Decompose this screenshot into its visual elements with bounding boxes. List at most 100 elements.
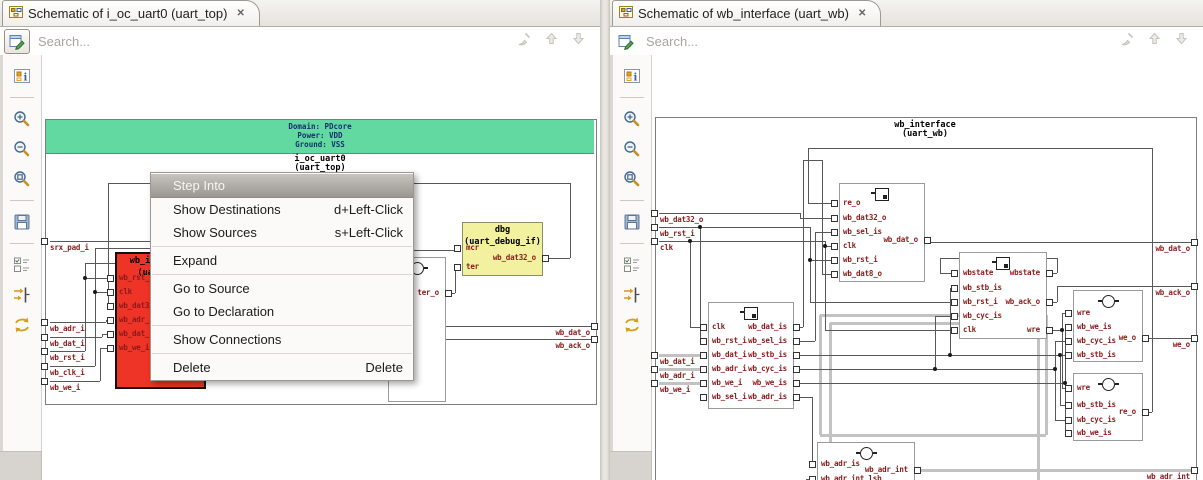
toolbar-separator <box>10 97 34 98</box>
tab-bar: Schematic of i_oc_uart0 (uart_top) ✕ <box>0 0 600 27</box>
save-button[interactable] <box>619 209 645 235</box>
schematic-editor-left: Schematic of i_oc_uart0 (uart_top) ✕ Dom… <box>0 0 600 480</box>
edit-select-button[interactable] <box>614 30 638 53</box>
wire <box>108 183 109 306</box>
edge-port-label: wb_adr_int <box>1146 472 1190 480</box>
wire <box>940 258 941 273</box>
filter-options-button[interactable] <box>619 252 645 278</box>
port-stub <box>107 317 114 324</box>
port-stub <box>809 461 816 468</box>
port-stub <box>831 271 838 278</box>
swap-refresh-button[interactable] <box>9 312 35 338</box>
menu-item-go-to-source[interactable]: Go to Source <box>151 277 413 300</box>
port-stub <box>951 299 958 306</box>
wire <box>50 351 85 352</box>
edge-port-stub <box>1191 335 1198 342</box>
edge-port-label: wb_we_i <box>50 383 81 392</box>
menu-item-show-destinations[interactable]: Show Destinations d+Left-Click <box>151 198 413 221</box>
port-stub <box>700 366 707 373</box>
port-stub <box>793 366 800 373</box>
edge-port-label: wb_ack_o <box>555 341 590 350</box>
port-stub <box>831 257 838 264</box>
clear-search-button[interactable] <box>1119 31 1135 52</box>
edge-port-label: wb_we_i <box>660 385 691 394</box>
wire <box>808 148 809 203</box>
tab-schematic-uart-top[interactable]: Schematic of i_oc_uart0 (uart_top) ✕ <box>2 0 260 26</box>
edge-port-label: wb_clk_i <box>50 368 85 377</box>
schematic-toolbar: i <box>610 55 652 452</box>
menu-item-delete[interactable]: Delete Delete <box>151 356 413 379</box>
port-stub <box>1065 338 1072 345</box>
port-stub <box>454 264 461 271</box>
zoom-in-button[interactable] <box>9 106 35 132</box>
tab-close-icon[interactable]: ✕ <box>236 8 244 19</box>
wire <box>659 227 810 228</box>
register-icon <box>871 188 889 201</box>
zoom-out-button[interactable] <box>9 136 35 162</box>
filter-options-button[interactable] <box>9 252 35 278</box>
tab-close-icon[interactable]: ✕ <box>858 8 866 19</box>
port-stub <box>793 380 800 387</box>
edge-port-label: srx_pad_i <box>50 243 89 252</box>
logic-icon <box>1098 378 1119 391</box>
wire-junction <box>698 225 702 229</box>
port-stub <box>700 324 707 331</box>
search-bar <box>610 27 1203 56</box>
port-label: re_o <box>1118 407 1136 416</box>
port-label: wb_adr_is <box>748 392 787 401</box>
swap-refresh-button[interactable] <box>619 312 645 338</box>
wire-junction <box>1060 328 1064 332</box>
edge-port-label: wb_ack_o <box>1155 288 1190 297</box>
properties-button[interactable]: i <box>619 63 645 89</box>
tab-schematic-uart-wb[interactable]: Schematic of wb_interface (uart_wb) ✕ <box>612 0 882 26</box>
menu-item-go-to-declaration[interactable]: Go to Declaration <box>151 300 413 323</box>
menu-item-label: Go to Source <box>173 281 250 296</box>
schematic-canvas[interactable]: wb_interface (uart_wb) clk wb_rst_i wb_dat_i… <box>610 55 1203 480</box>
port-label: wb_dat8_o <box>843 269 882 278</box>
wire-junction <box>1058 353 1062 357</box>
next-match-button[interactable] <box>571 31 586 51</box>
edit-select-button[interactable] <box>4 28 30 54</box>
port-label: wb_adr_int_lsb <box>821 474 882 480</box>
edge-port-stub <box>41 238 48 245</box>
next-match-button[interactable] <box>1174 31 1189 51</box>
previous-match-button[interactable] <box>544 31 559 51</box>
port-label: wb_stb_is <box>1077 350 1116 359</box>
save-button[interactable] <box>9 209 35 235</box>
wire-junction <box>688 239 692 243</box>
edge-port-stub <box>591 323 598 330</box>
menu-item-label: Delete <box>173 360 211 375</box>
zoom-in-button[interactable] <box>619 106 645 132</box>
edge-port-label: wb_rst_i <box>660 229 695 238</box>
properties-button[interactable]: i <box>9 63 35 89</box>
menu-item-show-connections[interactable]: Show Connections <box>151 328 413 351</box>
zoom-fit-button[interactable] <box>619 166 645 192</box>
trace-signals-button[interactable] <box>619 282 645 308</box>
wire <box>825 241 826 330</box>
zoom-out-button[interactable] <box>619 136 645 162</box>
edge-port-stub <box>41 378 48 385</box>
trace-signals-button[interactable] <box>9 282 35 308</box>
search-input[interactable] <box>644 32 1119 50</box>
menu-item-shortcut: s+Left-Click <box>334 225 403 240</box>
domain-header-line: Power: VDD <box>297 131 343 140</box>
menu-item-label: Go to Declaration <box>173 304 275 319</box>
toolbar-separator <box>620 97 644 98</box>
edge-port-label: wb_adr_i <box>660 371 695 380</box>
wire-junction <box>933 367 937 371</box>
port-stub <box>951 313 958 320</box>
toolbar-separator <box>10 200 34 201</box>
menu-item-show-sources[interactable]: Show Sources s+Left-Click <box>151 221 413 244</box>
zoom-fit-button[interactable] <box>9 166 35 192</box>
menu-item-step-into[interactable]: Step Into <box>151 174 413 198</box>
wire <box>803 160 804 327</box>
menu-item-expand[interactable]: Expand <box>151 249 413 272</box>
wire <box>815 232 816 341</box>
clear-search-button[interactable] <box>516 31 532 52</box>
pane-splitter[interactable] <box>600 0 610 480</box>
search-input[interactable] <box>36 32 516 50</box>
wire <box>659 241 825 242</box>
wire-junction <box>808 258 812 262</box>
previous-match-button[interactable] <box>1147 31 1162 51</box>
edge-port-label: clk <box>660 243 673 252</box>
